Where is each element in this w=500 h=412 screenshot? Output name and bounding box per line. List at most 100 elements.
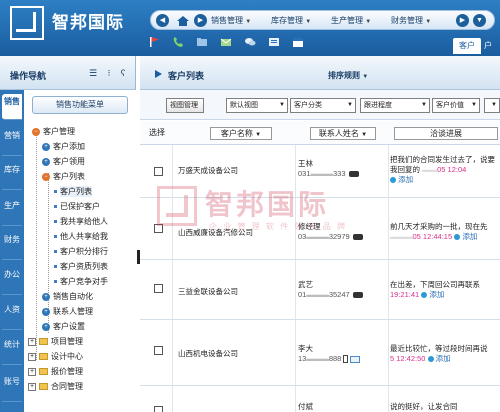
tree-sales-automation[interactable]: + 销售自动化 — [42, 291, 93, 302]
contact-name[interactable]: 修经理 — [298, 222, 363, 232]
calendar-icon[interactable] — [292, 36, 304, 48]
add-icon[interactable] — [427, 356, 434, 363]
forward-arrow-icon[interactable]: ▶ — [194, 14, 207, 27]
telephone-icon[interactable] — [352, 234, 363, 241]
company-name[interactable]: 万盛天成设备公司 — [178, 165, 238, 176]
vtab-production[interactable]: 生产 — [2, 196, 22, 226]
folder-icon[interactable] — [196, 36, 208, 48]
settings-icon[interactable]: ⁝ — [104, 68, 114, 78]
tree-quote-management[interactable]: + 报价管理 — [28, 366, 83, 377]
nav-menu-inventory[interactable]: 库存管理 ▼ — [271, 15, 311, 26]
vtab-stats[interactable]: 统计 — [2, 335, 22, 365]
tree-project-management[interactable]: + 项目管理 — [28, 336, 83, 347]
sidebar-title: 操作导航 — [10, 71, 47, 81]
filter-bar: 视图管理 默认视图 ▼ 客户分类 ▼ 跟进程度 ▼ 客户价值 ▼ ▼ — [140, 90, 500, 120]
nav-more-icon[interactable]: ▼ — [473, 14, 486, 27]
vtab-office[interactable]: 办公 — [2, 265, 22, 295]
tab-customer[interactable]: 客户 — [453, 38, 481, 54]
sort-rules-dropdown[interactable]: 排序规则 ▼ — [328, 70, 368, 81]
row-checkbox[interactable] — [154, 406, 163, 412]
tree-design-center[interactable]: + 设计中心 — [28, 351, 83, 362]
expand-icon: − — [42, 172, 50, 181]
vtab-inventory[interactable]: 库存 — [2, 160, 22, 190]
vtab-finance[interactable]: 财务 — [2, 230, 22, 260]
follow-level-select[interactable]: 跟进程度 ▼ — [360, 98, 430, 113]
mobile-icon[interactable] — [343, 355, 349, 364]
tree-customer-management[interactable]: − 客户管理 — [32, 126, 75, 137]
col-progress[interactable]: 洽谈进展 — [394, 127, 498, 140]
table-header: 选择 客户名称 ▼ 联系人姓名 ▼ 洽谈进展 — [140, 121, 500, 145]
sidebar-menu-panel: 销售功能菜单 − 客户管理 + 客户添加 + 客户领用 − 客户列表 客户列表 已保护客… — [24, 90, 136, 412]
tree-shared-to-others[interactable]: 我共享给他人 — [54, 216, 108, 227]
tree-add-customer[interactable]: + 客户添加 — [42, 141, 85, 152]
tree-points-ranking[interactable]: 客户积分排行 — [54, 246, 108, 257]
col-customer-name[interactable]: 客户名称 ▼ — [210, 127, 272, 140]
contact-name[interactable]: 付斌 — [298, 402, 313, 412]
add-link[interactable]: 添加 — [429, 290, 444, 299]
vtab-account[interactable]: 账号 — [2, 372, 22, 402]
tree-protected-customers[interactable]: 已保护客户 — [54, 201, 100, 212]
telephone-icon[interactable] — [348, 171, 359, 178]
tree-claim-customer[interactable]: + 客户领用 — [42, 156, 85, 167]
vtab-marketing[interactable]: 营销 — [2, 126, 22, 156]
table-row: 山西机电设备公司 李大 13▬▬▬888 最近比较忙，等过段时间再说 5 12:… — [140, 320, 500, 386]
progress-text: 把我们的合同发生过去了，说要 — [390, 155, 495, 164]
progress-cell: 前几天才采购的一批，现在先 ▬▬▬05 12:44:15 添加 — [390, 222, 500, 242]
mail-icon[interactable] — [220, 36, 232, 48]
tree-competitors[interactable]: 客户竞争对手 — [54, 276, 108, 287]
add-link[interactable]: 添加 — [436, 354, 451, 363]
add-link[interactable]: 添加 — [398, 175, 413, 184]
customer-value-select[interactable]: 客户价值 ▼ — [432, 98, 480, 113]
folder-icon — [39, 338, 48, 345]
nav-menu-sales[interactable]: 销售管理 ▼ — [211, 15, 251, 26]
tab-customer-2[interactable]: 户 — [484, 38, 500, 54]
tree-customer-list-sub[interactable]: 客户列表 — [54, 186, 92, 197]
tree-customer-settings[interactable]: + 客户设置 — [42, 321, 85, 332]
more-filter-select[interactable]: ▼ — [484, 98, 500, 113]
company-name[interactable]: 山西机电设备公司 — [178, 348, 238, 359]
tree-contact-management[interactable]: + 联系人管理 — [42, 306, 93, 317]
flag-icon[interactable] — [148, 36, 160, 48]
add-icon[interactable] — [421, 292, 428, 299]
add-link[interactable]: 添加 — [462, 232, 477, 241]
col-contact-name[interactable]: 联系人姓名 ▼ — [310, 127, 376, 140]
add-icon[interactable] — [390, 177, 396, 184]
tree-customer-list[interactable]: − 客户列表 — [42, 171, 85, 182]
tree-contract-management[interactable]: + 合同管理 — [28, 381, 83, 392]
row-checkbox[interactable] — [154, 167, 163, 176]
row-checkbox[interactable] — [154, 284, 163, 293]
company-name[interactable]: 三益金联设备公司 — [178, 286, 238, 297]
vtab-hr[interactable]: 人资 — [2, 300, 22, 330]
home-icon[interactable] — [176, 14, 190, 28]
nav-scroll-right-icon[interactable]: ▶ — [456, 14, 469, 27]
add-icon[interactable] — [454, 234, 461, 241]
message-icon[interactable] — [268, 36, 280, 48]
list-icon[interactable]: ☰ — [88, 68, 98, 78]
nav-menu-finance[interactable]: 财务管理 ▼ — [391, 15, 431, 26]
contact-cell: 付斌 — [298, 402, 313, 412]
sales-function-menu-button[interactable]: 销售功能菜单 — [32, 96, 128, 114]
telephone-icon[interactable] — [352, 292, 363, 299]
customer-category-select[interactable]: 客户分类 ▼ — [290, 98, 356, 113]
contact-name[interactable]: 李大 — [298, 344, 360, 354]
tree-qualification-list[interactable]: 客户资质列表 — [54, 261, 108, 272]
nav-menu-production[interactable]: 生产管理 ▼ — [331, 15, 371, 26]
vtab-sales[interactable]: 销售 — [2, 94, 22, 120]
contact-name[interactable]: 武艺 — [298, 280, 363, 290]
contact-name[interactable]: 王林 — [298, 159, 359, 169]
chat-icon[interactable] — [244, 36, 256, 48]
table-row: 万盛天成设备公司 王林 031▬▬▬333 把我们的合同发生过去了，说要 我回复… — [140, 145, 500, 198]
phone-icon[interactable] — [172, 36, 184, 48]
row-checkbox[interactable] — [154, 224, 163, 233]
user-icon[interactable]: ʕ — [118, 68, 128, 78]
default-view-select[interactable]: 默认视图 ▼ — [226, 98, 288, 113]
folder-icon — [39, 368, 48, 375]
progress-text: 最近比较忙，等过段时间再说 — [390, 344, 488, 353]
view-management-button[interactable]: 视图管理 — [166, 98, 204, 113]
progress-text: 说的挺好，让发合同 — [390, 402, 458, 411]
row-checkbox[interactable] — [154, 346, 163, 355]
back-arrow-icon[interactable]: ◀ — [156, 14, 169, 27]
tree-shared-to-me[interactable]: 他人共享给我 — [54, 231, 108, 242]
sms-icon[interactable] — [350, 355, 361, 363]
company-name[interactable]: 山西威廉设备汽修公司 — [178, 227, 253, 238]
